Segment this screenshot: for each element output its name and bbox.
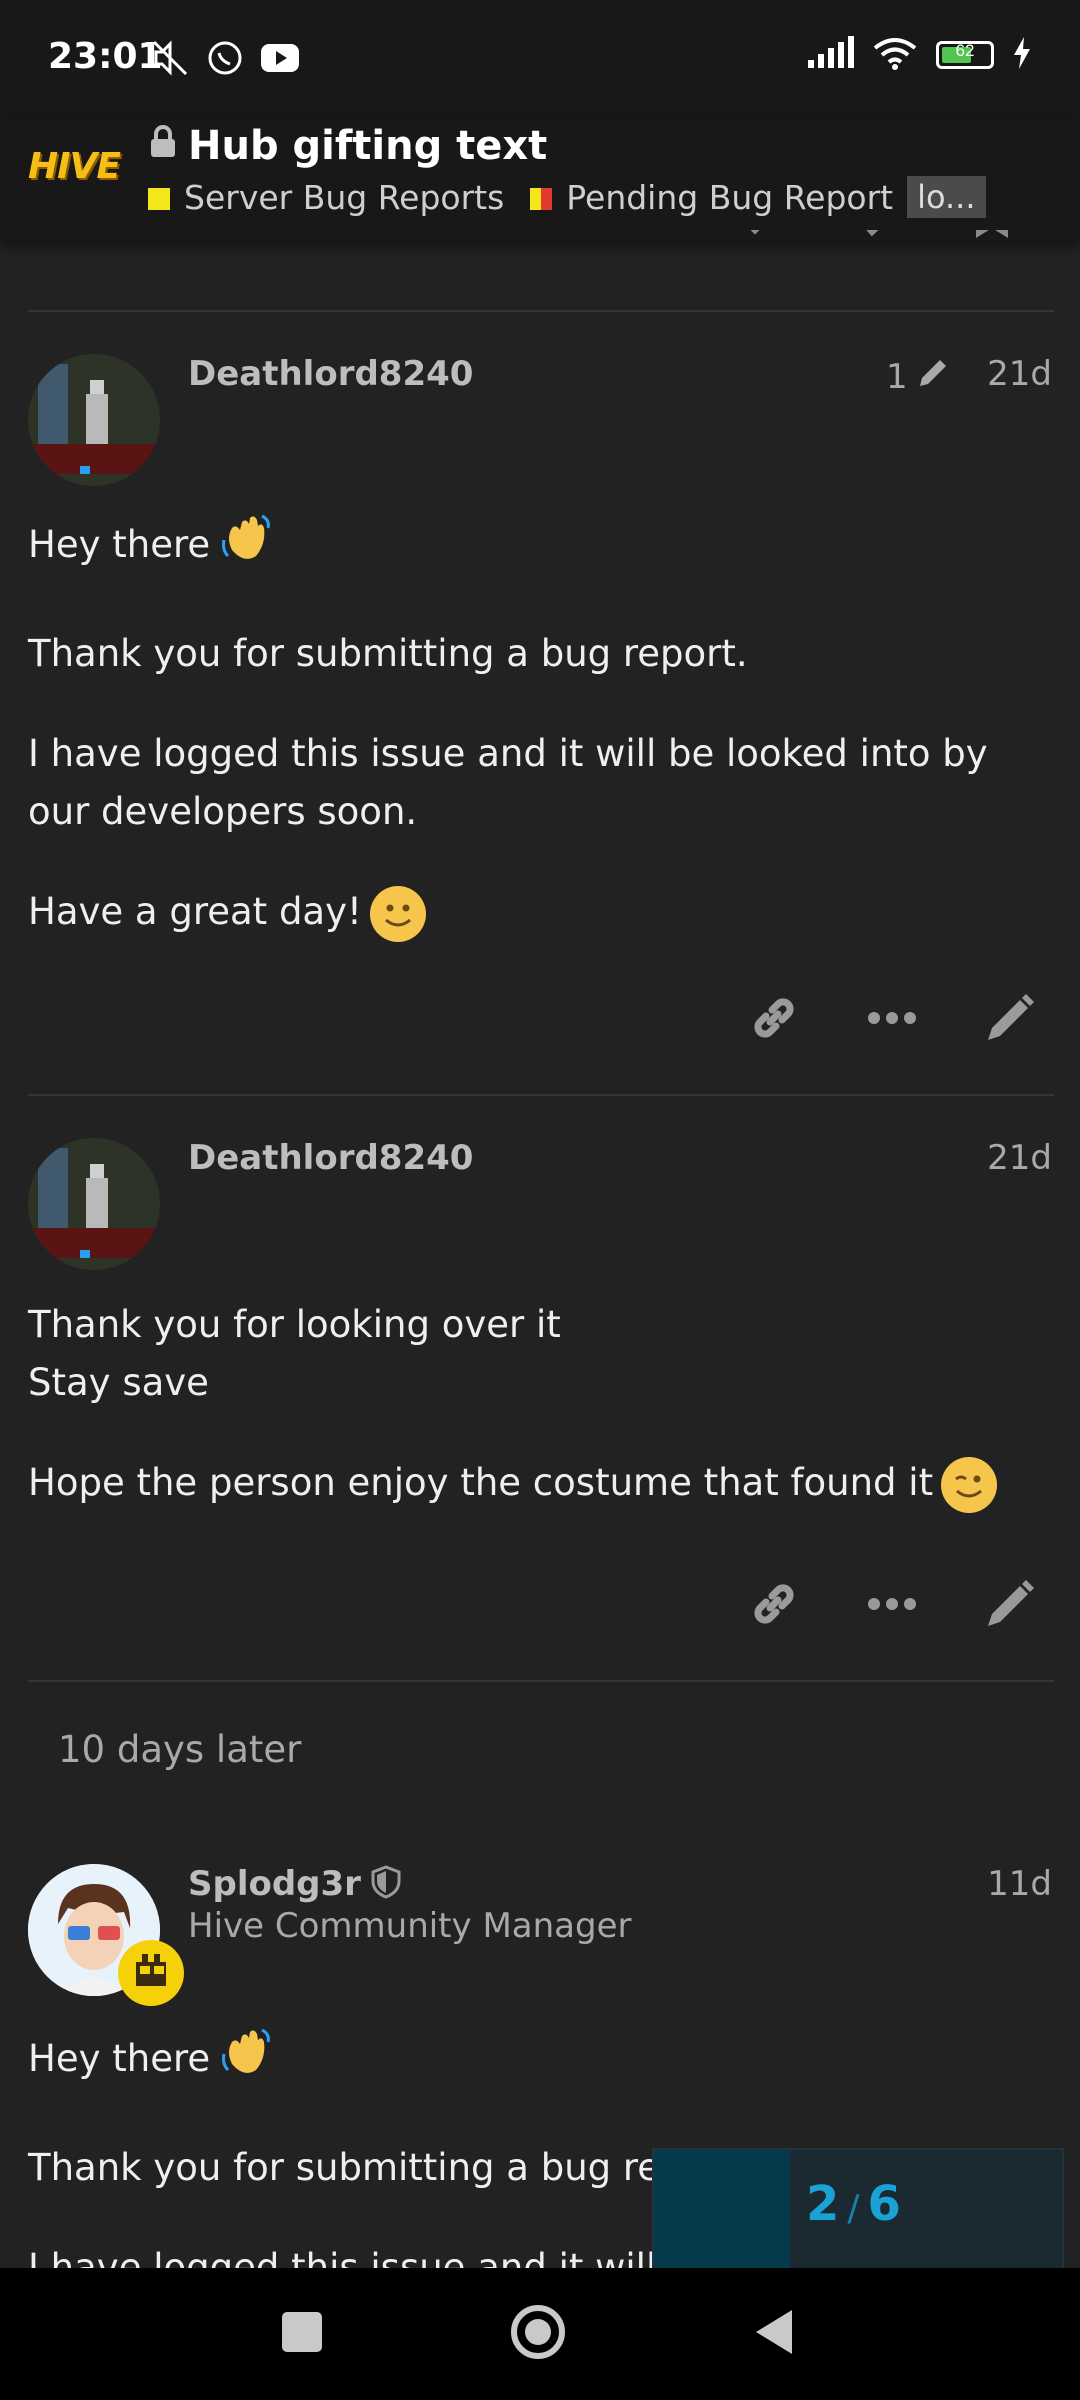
username[interactable]: Splodg3r [188, 1864, 361, 1904]
status-right-icons: 62 [806, 36, 1032, 74]
post-date[interactable]: 21d [987, 354, 1052, 394]
waving-hand-icon [218, 510, 274, 583]
post-divider [28, 1094, 1054, 1096]
wifi-icon [872, 36, 918, 74]
charging-icon [1012, 37, 1032, 73]
battery-icon: 62 [936, 41, 994, 69]
whatsapp-icon [206, 39, 244, 81]
topic-title-text: Hub gifting text [188, 123, 548, 169]
post-body: Thank you for looking over it Stay save … [28, 1296, 1048, 1513]
category-badge[interactable]: Server Bug Reports [148, 178, 504, 217]
more-options-icon[interactable] [862, 988, 922, 1048]
topic-progress[interactable]: 2/6 [652, 2148, 1064, 2272]
status-bar: 23:01 62 [0, 0, 1080, 118]
post-line: Thank you for looking over it [28, 1303, 561, 1346]
post-line: Thank you for submitting a bug report. [28, 632, 748, 675]
username[interactable]: Deathlord8240 [188, 354, 473, 394]
topic-header: HIVE Hub gifting text Server Bug Reports… [0, 118, 1080, 240]
progress-counter: 2/6 [806, 2176, 901, 2232]
youtube-icon [260, 43, 300, 77]
smile-icon [369, 885, 426, 942]
edit-icon[interactable] [980, 1574, 1040, 1634]
post-line: I have logged this issue and it will be … [28, 732, 988, 833]
recents-button[interactable] [282, 2312, 322, 2352]
progress-fill [654, 2150, 790, 2270]
topic-title[interactable]: Hub gifting text [148, 118, 547, 174]
pencil-icon [916, 354, 952, 399]
link-icon[interactable] [744, 1574, 804, 1634]
mute-icon [150, 38, 190, 82]
edit-icon[interactable] [980, 988, 1040, 1048]
username[interactable]: Deathlord8240 [188, 1138, 473, 1178]
edit-history[interactable]: 1 [886, 354, 952, 399]
topic-meta: Server Bug Reports Pending Bug Report lo… [148, 176, 986, 218]
post-line: Hey there [28, 510, 1048, 583]
post-date[interactable]: 11d [987, 1864, 1052, 1904]
post-line: Hey there [28, 2024, 1048, 2097]
progress-total: 6 [867, 2176, 901, 2232]
subcategory-swatch [530, 188, 553, 210]
wink-icon [941, 1456, 998, 1513]
topic-tag[interactable]: lo... [907, 176, 986, 218]
post-line: Have a great day! [28, 883, 1048, 942]
time-gap-notice: 10 days later [58, 1728, 302, 1771]
avatar[interactable] [28, 1138, 160, 1270]
status-time: 23:01 [48, 36, 163, 77]
waving-hand-icon [218, 2024, 274, 2097]
lock-icon [148, 123, 178, 169]
subcategory-badge[interactable]: Pending Bug Report [530, 178, 893, 217]
post-line: Stay save [28, 1361, 209, 1404]
previous-post-actions [660, 230, 1040, 246]
post-divider [28, 310, 1054, 312]
link-icon[interactable] [744, 988, 804, 1048]
back-button[interactable] [752, 2308, 796, 2356]
post-date[interactable]: 21d [987, 1138, 1052, 1178]
post-actions [744, 988, 1040, 1048]
username-row: Splodg3r [188, 1864, 401, 1904]
progress-separator: / [847, 2188, 860, 2229]
user-title: Hive Community Manager [188, 1906, 632, 1946]
hive-logo[interactable]: HIVE [28, 146, 124, 192]
more-options-icon[interactable] [862, 1574, 922, 1634]
subcategory-label: Pending Bug Report [566, 177, 894, 217]
moderator-shield-icon [371, 1865, 401, 1903]
post-divider [28, 1680, 1054, 1682]
home-button[interactable] [510, 2304, 566, 2360]
category-swatch [148, 188, 170, 210]
signal-icon [806, 36, 854, 74]
post-actions [744, 1574, 1040, 1634]
avatar[interactable] [28, 354, 160, 486]
system-nav-bar [0, 2268, 1080, 2400]
post-body: Hey there Thank you for submitting a bug… [28, 510, 1048, 942]
battery-percent: 62 [955, 41, 975, 60]
progress-current: 2 [806, 2176, 840, 2232]
status-left-icons [150, 38, 300, 82]
category-label: Server Bug Reports [184, 177, 505, 217]
post-line: Hope the person enjoy the costume that f… [28, 1454, 1048, 1513]
edit-count: 1 [886, 356, 908, 397]
user-badge[interactable] [118, 1940, 184, 2006]
